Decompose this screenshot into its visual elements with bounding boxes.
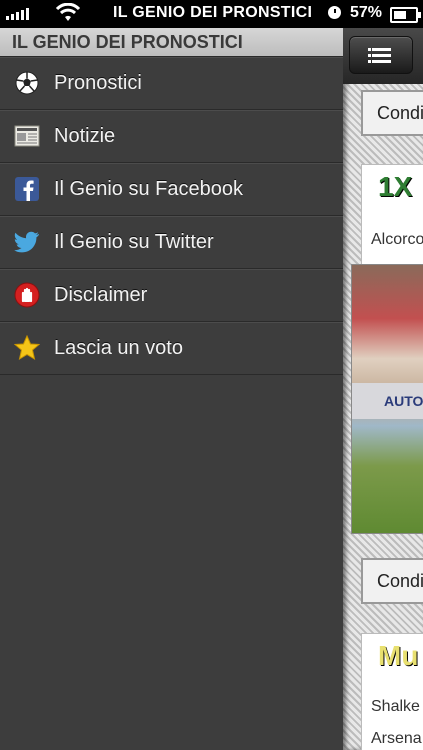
team-name: Alcorco <box>371 231 423 248</box>
banner-text: AUTO <box>384 393 423 409</box>
team-name: Shalke <box>371 698 420 715</box>
card-logo: 1X <box>378 171 413 202</box>
menu-toggle-button[interactable] <box>349 36 413 74</box>
menu-item-twitter[interactable]: Il Genio su Twitter <box>0 216 343 269</box>
newspaper-icon <box>14 123 40 149</box>
menu-item-label: Il Genio su Twitter <box>54 230 214 253</box>
twitter-bird-icon <box>14 229 40 255</box>
battery-percentage: 57% <box>350 4 383 21</box>
stop-hand-icon <box>14 282 40 308</box>
navigation-bar <box>343 28 423 84</box>
menu-item-label: Notizie <box>54 124 116 147</box>
match-photo: AUTO <box>351 264 423 534</box>
menu-item-notizie[interactable]: Notizie <box>0 110 343 163</box>
prediction-card[interactable]: Mu Shalke Arsena <box>361 633 423 750</box>
menu-item-facebook[interactable]: Il Genio su Facebook <box>0 163 343 216</box>
menu-item-label: Il Genio su Facebook <box>54 177 243 200</box>
menu-item-label: Disclaimer <box>54 283 148 306</box>
condition-button[interactable]: Condi <box>361 558 423 604</box>
condition-button[interactable]: Condi <box>361 90 423 136</box>
alarm-clock-icon <box>328 6 341 19</box>
side-drawer-menu: IL GENIO DEI PRONOSTICI Pronostici Notiz… <box>0 28 343 750</box>
soccer-ball-icon <box>14 70 40 96</box>
wifi-icon <box>56 3 80 21</box>
carrier-name: IL GENIO DEI PRONSTICI <box>113 4 313 21</box>
menu-item-pronostici[interactable]: Pronostici <box>0 57 343 110</box>
list-icon <box>368 48 371 51</box>
stadium-banner: AUTO <box>352 383 423 419</box>
menu-item-disclaimer[interactable]: Disclaimer <box>0 269 343 322</box>
menu-item-lascia-un-voto[interactable]: Lascia un voto <box>0 322 343 375</box>
menu-item-label: Lascia un voto <box>54 336 183 359</box>
team-name: Arsena <box>371 730 422 747</box>
card-logo: Mu <box>378 640 419 671</box>
status-bar: IL GENIO DEI PRONSTICI 57% <box>0 0 423 28</box>
drawer-title: IL GENIO DEI PRONOSTICI <box>0 28 343 57</box>
signal-strength-icon <box>6 8 29 20</box>
prediction-card[interactable]: 1X Alcorco <box>361 164 423 266</box>
main-content-peek: Condi 1X Alcorco AUTO Condi Mu Shalke Ar… <box>343 28 423 750</box>
menu-item-label: Pronostici <box>54 71 142 94</box>
star-icon <box>14 335 40 361</box>
battery-icon <box>390 7 421 23</box>
facebook-icon <box>14 176 40 202</box>
